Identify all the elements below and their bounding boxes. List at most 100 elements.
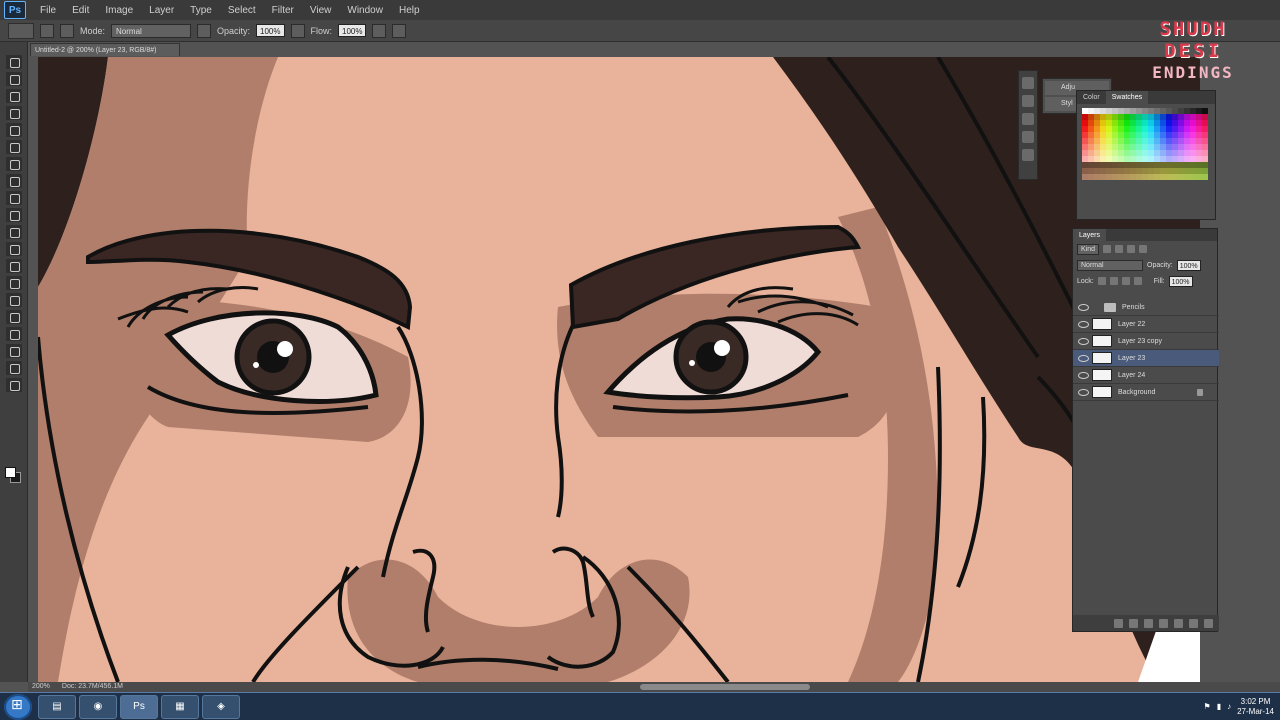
watermark-line-2: DESI xyxy=(1164,40,1222,62)
dodge-tool-icon[interactable] xyxy=(6,276,22,290)
tab-color[interactable]: Color xyxy=(1077,91,1106,104)
filter-adjustment-icon[interactable] xyxy=(1115,245,1124,253)
folder-icon[interactable]: ▦ xyxy=(161,694,199,719)
color-swatch[interactable] xyxy=(1202,174,1208,180)
eyedropper-tool-icon[interactable] xyxy=(6,140,22,154)
layer-thumbnail xyxy=(1092,318,1112,330)
menu-layer[interactable]: Layer xyxy=(141,5,182,16)
properties-panel-icon[interactable] xyxy=(1022,95,1034,107)
fill-field[interactable]: 100% xyxy=(1168,275,1193,287)
layer-row-22[interactable]: Layer 22 xyxy=(1073,316,1219,333)
layer-row-pencils[interactable]: Pencils xyxy=(1073,299,1219,316)
gradient-tool-icon[interactable] xyxy=(6,242,22,256)
kind-filter-select[interactable]: Kind xyxy=(1077,243,1100,255)
history-panel-icon[interactable] xyxy=(1022,77,1034,89)
lock-pixels-icon[interactable] xyxy=(1109,277,1118,285)
menu-help[interactable]: Help xyxy=(391,5,428,16)
visibility-eye-icon[interactable] xyxy=(1077,335,1089,347)
brush-size-icon[interactable] xyxy=(40,23,54,38)
lock-position-icon[interactable] xyxy=(1121,277,1130,285)
visibility-eye-icon[interactable] xyxy=(1077,352,1089,364)
brush-panel-icon[interactable] xyxy=(60,23,74,38)
start-button[interactable] xyxy=(4,693,32,720)
airbrush-icon[interactable] xyxy=(372,23,387,38)
tool-preset-picker[interactable] xyxy=(8,22,34,39)
layer-row-23-copy[interactable]: Layer 23 copy xyxy=(1073,333,1219,350)
lasso-tool-icon[interactable] xyxy=(6,89,22,103)
marquee-tool-icon[interactable] xyxy=(6,72,22,86)
pen-tool-icon[interactable] xyxy=(6,293,22,307)
new-layer-icon[interactable] xyxy=(1189,618,1198,628)
menu-type[interactable]: Type xyxy=(182,5,220,16)
link-layers-icon[interactable] xyxy=(1114,618,1123,628)
tools-panel xyxy=(0,42,28,682)
eraser-tool-icon[interactable] xyxy=(6,225,22,239)
history-brush-tool-icon[interactable] xyxy=(6,208,22,222)
clone-stamp-tool-icon[interactable] xyxy=(6,191,22,205)
filter-pixel-icon[interactable] xyxy=(1103,245,1112,253)
explorer-icon[interactable]: ▤ xyxy=(38,694,76,719)
shape-tool-icon[interactable] xyxy=(6,344,22,358)
visibility-eye-icon[interactable] xyxy=(1077,318,1089,330)
zoom-level[interactable]: 200% xyxy=(32,682,50,692)
adjustment-layer-icon[interactable] xyxy=(1159,618,1168,628)
add-mask-icon[interactable] xyxy=(1144,618,1153,628)
delete-layer-icon[interactable] xyxy=(1204,618,1213,628)
layer-row-24[interactable]: Layer 24 xyxy=(1073,367,1219,384)
flag-icon[interactable]: ⚑ xyxy=(1204,702,1211,711)
layer-opacity-field[interactable]: 100% xyxy=(1176,259,1201,271)
visibility-eye-icon[interactable] xyxy=(1077,386,1089,398)
swatch-grid[interactable] xyxy=(1082,108,1210,180)
volume-icon[interactable]: ♪ xyxy=(1227,702,1231,711)
move-tool-icon[interactable] xyxy=(6,55,22,69)
menu-file[interactable]: File xyxy=(32,5,64,16)
blend-mode-select[interactable]: Normal xyxy=(1077,259,1143,271)
chrome-icon[interactable]: ◉ xyxy=(79,694,117,719)
path-select-tool-icon[interactable] xyxy=(6,327,22,341)
tab-swatches[interactable]: Swatches xyxy=(1105,91,1149,104)
visibility-eye-icon[interactable] xyxy=(1077,369,1089,381)
lock-all-icon[interactable] xyxy=(1133,277,1142,285)
menu-view[interactable]: View xyxy=(302,5,340,16)
layer-style-icon[interactable] xyxy=(1129,618,1138,628)
pressure-opacity-icon[interactable] xyxy=(197,23,212,38)
menu-image[interactable]: Image xyxy=(97,5,141,16)
filter-type-icon[interactable] xyxy=(1127,245,1136,253)
menu-window[interactable]: Window xyxy=(339,5,391,16)
layer-row-23[interactable]: Layer 23 xyxy=(1073,350,1219,367)
lock-label: Lock: xyxy=(1077,277,1094,285)
crop-tool-icon[interactable] xyxy=(6,123,22,137)
type-tool-icon[interactable] xyxy=(6,310,22,324)
blur-tool-icon[interactable] xyxy=(6,259,22,273)
hand-tool-icon[interactable] xyxy=(6,361,22,375)
layer-row-background[interactable]: Background xyxy=(1073,384,1219,401)
opacity-pressure-icon[interactable] xyxy=(290,23,305,38)
document-tab[interactable]: Untitled-2 @ 200% (Layer 23, RGB/8#) xyxy=(30,43,180,56)
mode-select[interactable]: Normal xyxy=(111,23,192,38)
network-icon[interactable]: ▮ xyxy=(1217,702,1221,711)
layer-thumbnail xyxy=(1092,335,1112,347)
flow-field[interactable]: 100% xyxy=(338,24,367,37)
new-group-icon[interactable] xyxy=(1174,618,1183,628)
pressure-size-icon[interactable] xyxy=(392,23,407,38)
filter-shape-icon[interactable] xyxy=(1139,245,1148,253)
horizontal-scrollbar[interactable] xyxy=(640,684,810,690)
character-panel-icon[interactable] xyxy=(1022,149,1034,161)
healing-brush-tool-icon[interactable] xyxy=(6,157,22,171)
opacity-field[interactable]: 100% xyxy=(256,24,285,37)
quick-select-tool-icon[interactable] xyxy=(6,106,22,120)
visibility-eye-icon[interactable] xyxy=(1077,301,1089,313)
info-panel-icon[interactable] xyxy=(1022,113,1034,125)
photoshop-icon[interactable]: Ps xyxy=(120,694,158,719)
brush-tool-icon[interactable] xyxy=(6,174,22,188)
zoom-tool-icon[interactable] xyxy=(6,378,22,392)
foreground-color-swatch[interactable] xyxy=(5,467,16,478)
menu-select[interactable]: Select xyxy=(220,5,264,16)
menu-edit[interactable]: Edit xyxy=(64,5,97,16)
misc-icon[interactable]: ◈ xyxy=(202,694,240,719)
paragraph-panel-icon[interactable] xyxy=(1022,131,1034,143)
menu-filter[interactable]: Filter xyxy=(264,5,302,16)
lock-transparency-icon[interactable] xyxy=(1097,277,1106,285)
tab-layers[interactable]: Layers xyxy=(1073,229,1107,241)
clock[interactable]: 3:02 PM 27-Mar-14 xyxy=(1237,697,1274,717)
